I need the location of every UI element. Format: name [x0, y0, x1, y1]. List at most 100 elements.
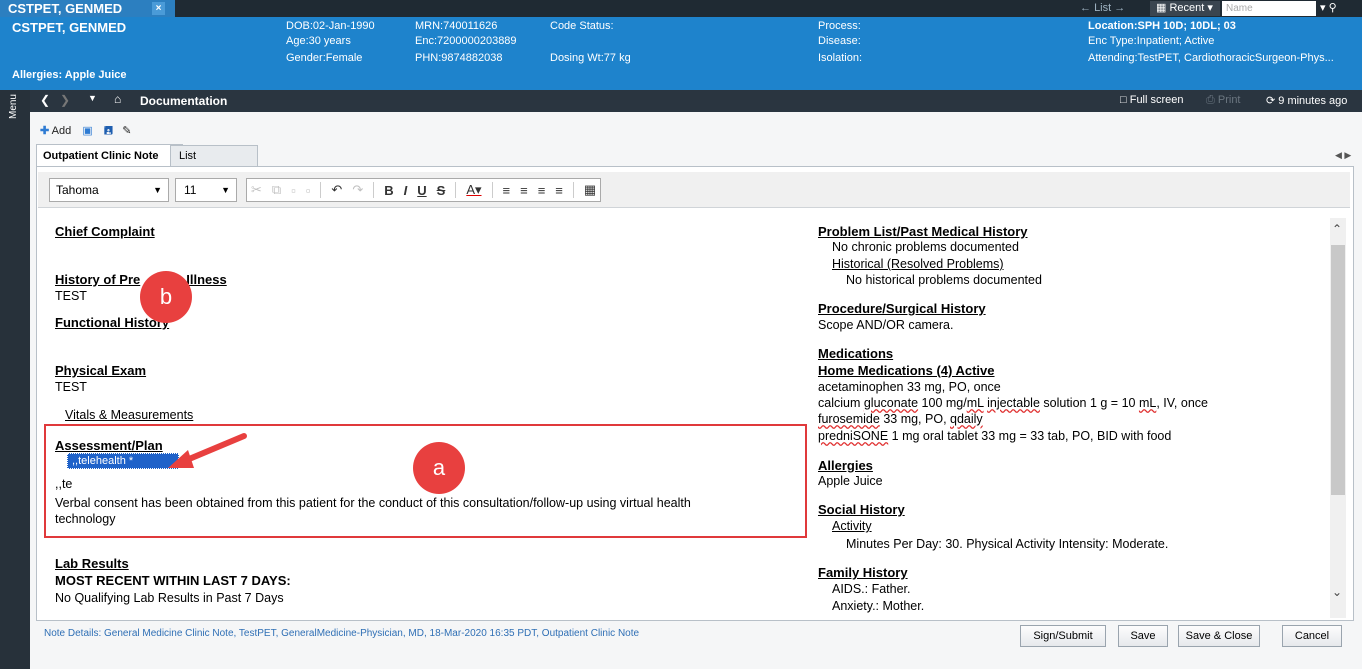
save-close-button[interactable]: Save & Close — [1178, 625, 1260, 647]
disease: Disease: — [818, 35, 861, 47]
tab-scroll-arrows[interactable]: ◀ ▶ — [1335, 150, 1351, 161]
note-toolbar: ✚ Add ▣ 🖪 ✎ — [40, 122, 131, 141]
menu-strip[interactable] — [0, 90, 30, 669]
tab-list[interactable]: List — [170, 145, 258, 166]
menu-label[interactable]: Menu — [8, 94, 19, 119]
hpi-text: TEST — [55, 289, 87, 303]
code-status[interactable]: Code Status: — [550, 20, 614, 32]
justify-icon[interactable]: ≡ — [555, 183, 563, 198]
bold-icon[interactable]: B — [384, 183, 393, 198]
add-button[interactable]: Add — [52, 125, 72, 137]
med2-g: solution 1 g = 10 — [1039, 396, 1139, 410]
close-tab-icon[interactable]: × — [152, 2, 165, 15]
enc: Enc:7200000203889 — [415, 35, 517, 47]
procedure-text: Scope AND/OR camera. — [818, 318, 954, 332]
isolation: Isolation: — [818, 52, 863, 64]
tab-outpatient-clinic-note[interactable]: Outpatient Clinic Note × — [36, 144, 183, 166]
med3-c: qdaily — [950, 412, 983, 426]
process: Process: — [818, 20, 861, 32]
annotation-arrow-icon — [168, 433, 247, 468]
add-icon[interactable]: ✚ — [40, 125, 49, 137]
medications-heading: Medications — [818, 346, 894, 361]
print-label: Print — [1217, 94, 1241, 106]
allergies-heading: Allergies — [818, 458, 873, 473]
separator — [572, 182, 574, 198]
family-anxiety: Anxiety.: Mother. — [832, 599, 925, 613]
vitals-link[interactable]: Vitals & Measurements — [65, 408, 193, 422]
font-family-select[interactable]: Tahoma ▼ — [49, 178, 169, 202]
family-aids: AIDS.: Father. — [832, 582, 911, 596]
font-family-value: Tahoma — [56, 183, 99, 197]
procedure-heading: Procedure/Surgical History — [818, 301, 986, 316]
no-chronic-text: No chronic problems documented — [832, 240, 1019, 254]
cut-icon[interactable]: ✂ — [251, 182, 262, 198]
refresh-status[interactable]: ⟳ 9 minutes ago — [1266, 94, 1347, 107]
med3-a: furosemide — [818, 412, 880, 426]
physical-exam-heading: Physical Exam — [55, 363, 147, 378]
cancel-button[interactable]: Cancel — [1282, 625, 1342, 647]
tab-list-label: List — [179, 150, 197, 162]
font-size-value: 11 — [184, 183, 197, 197]
med-calcium-gluconate: calcium gluconate 100 mg/mL injectable s… — [818, 396, 1208, 410]
search-icon[interactable]: ▾ ⚲ — [1320, 1, 1337, 14]
chief-complaint-heading: Chief Complaint — [55, 224, 155, 239]
undo-icon[interactable]: ↶ — [331, 182, 342, 198]
home-medications-heading: Home Medications (4) Active — [818, 363, 995, 378]
sign-submit-button[interactable]: Sign/Submit — [1020, 625, 1106, 647]
nav-dropdown-icon[interactable]: ▼ — [88, 93, 97, 103]
paste-special-icon[interactable]: ▫ — [306, 183, 311, 198]
forward-icon[interactable]: ❯ — [60, 93, 70, 107]
table-icon[interactable]: ▦ — [584, 182, 596, 198]
italic-icon[interactable]: I — [404, 183, 408, 198]
scroll-down-icon[interactable]: ⌄ — [1332, 585, 1342, 599]
med-acetaminophen: acetaminophen 33 mg, PO, once — [818, 380, 1001, 394]
documentation-bar: ❮ ❯ ▼ ⌂ Documentation □ Full screen ⎙ Pr… — [30, 90, 1362, 112]
copy-icon[interactable]: ⧉ — [272, 182, 281, 198]
lab-results-heading: Lab Results — [55, 556, 129, 571]
scrollbar-thumb[interactable] — [1331, 245, 1345, 495]
align-right-icon[interactable]: ≡ — [538, 183, 546, 198]
refresh-icon: ⟳ — [1266, 95, 1276, 107]
med-furosemide: furosemide 33 mg, PO, qdaily — [818, 412, 983, 426]
hpi-heading-end: Illness — [186, 272, 227, 287]
activity-link[interactable]: Activity — [832, 519, 872, 533]
font-color-icon[interactable]: A▾ — [466, 182, 481, 198]
strikethrough-icon[interactable]: S — [437, 183, 446, 198]
historical-problems-link[interactable]: Historical (Resolved Problems) — [832, 257, 1004, 271]
problem-list-heading: Problem List/Past Medical History — [818, 224, 1028, 239]
full-screen-button[interactable]: □ Full screen — [1120, 94, 1184, 106]
font-size-select[interactable]: 11 ▼ — [175, 178, 237, 202]
recent-label: Recent — [1169, 2, 1205, 14]
recent-dropdown[interactable]: ▦ Recent ▾ — [1150, 1, 1220, 16]
med-prednisone: predniSONE 1 mg oral tablet 33 mg = 33 t… — [818, 429, 1171, 443]
mrn: MRN:740011626 — [415, 20, 498, 32]
print-button[interactable]: ⎙ Print — [1206, 94, 1241, 107]
note-editor[interactable] — [36, 166, 1354, 621]
refresh-label: 9 minutes ago — [1278, 95, 1348, 107]
align-center-icon[interactable]: ≡ — [520, 183, 528, 198]
back-icon[interactable]: ❮ — [40, 93, 50, 107]
capture-icon[interactable]: ▣ — [82, 125, 92, 137]
sign-icon[interactable]: ✎ — [122, 125, 131, 137]
align-left-icon[interactable]: ≡ — [503, 183, 511, 198]
scroll-up-icon[interactable]: ⌃ — [1332, 222, 1342, 236]
enc-type: Enc Type:Inpatient; Active — [1088, 35, 1215, 47]
allergies-banner[interactable]: Allergies: Apple Juice — [12, 69, 127, 81]
patient-name[interactable]: CSTPET, GENMED — [12, 20, 126, 35]
patient-tab-label: CSTPET, GENMED — [8, 1, 123, 16]
gender: Gender:Female — [286, 52, 363, 64]
note-details: Note Details: General Medicine Clinic No… — [44, 628, 640, 639]
save-button[interactable]: Save — [1118, 625, 1168, 647]
list-nav[interactable]: ← List → — [1080, 2, 1125, 14]
med2-b: gluconate — [863, 396, 919, 410]
redo-icon[interactable]: ↷ — [352, 182, 363, 198]
home-icon[interactable]: ⌂ — [114, 92, 121, 106]
paste-icon[interactable]: ▫ — [291, 183, 296, 198]
save-icon[interactable]: 🖪 — [104, 125, 113, 137]
patient-tab[interactable]: CSTPET, GENMED — [0, 0, 175, 17]
name-search-input[interactable]: Name — [1222, 1, 1316, 16]
underline-icon[interactable]: U — [417, 183, 426, 198]
hpi-heading: History of Pre Illness — [55, 272, 227, 287]
format-buttons: ✂ ⧉ ▫ ▫ ↶ ↷ B I U S A▾ ≡ ≡ ≡ ≡ ▦ — [246, 178, 602, 202]
dob: DOB:02-Jan-1990 — [286, 20, 375, 32]
